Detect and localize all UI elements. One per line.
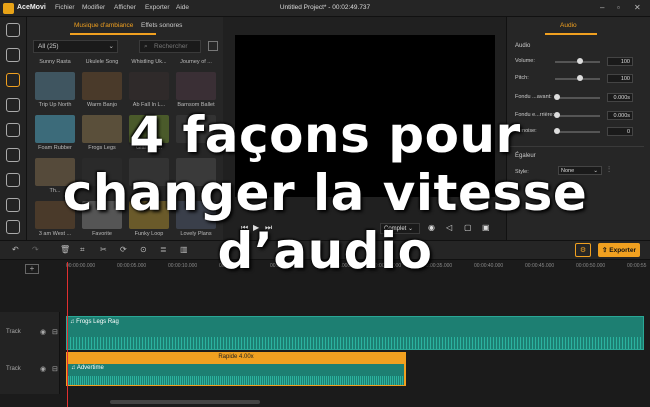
media-item-label: Whistling Uk... bbox=[131, 59, 167, 65]
search-input[interactable]: ⌕ Rechercher bbox=[139, 40, 201, 53]
fade-in-slider[interactable] bbox=[556, 97, 600, 99]
pitch-value[interactable]: 100 bbox=[607, 74, 633, 83]
audio-icon[interactable] bbox=[6, 73, 20, 87]
grid-view-icon[interactable] bbox=[208, 41, 218, 51]
close-icon[interactable]: ✕ bbox=[634, 3, 641, 12]
headline-line-3: d’audio bbox=[217, 222, 433, 280]
tab-audio[interactable]: Audio bbox=[560, 22, 577, 29]
media-item-label: Sunny Rasta bbox=[39, 59, 71, 65]
track-2-label: Track bbox=[6, 366, 21, 372]
title-bar: AceMovi Fichier Modifier Afficher Export… bbox=[0, 0, 650, 17]
volume-value[interactable]: 100 bbox=[607, 57, 633, 66]
media-thumbnail[interactable] bbox=[176, 72, 216, 100]
headline-line-1: 4 façons pour bbox=[129, 106, 521, 164]
headline-line-2: changer la vitesse bbox=[62, 164, 588, 222]
track-1-label: Track bbox=[6, 329, 21, 335]
maximize-icon[interactable]: ▫ bbox=[617, 3, 620, 12]
fade-in-knob[interactable] bbox=[554, 94, 560, 100]
media-thumbnail[interactable] bbox=[35, 72, 75, 100]
filter-dropdown[interactable]: All (25) ⌄ bbox=[33, 40, 118, 53]
visibility-icon[interactable]: ◉ bbox=[40, 365, 46, 373]
volume-knob[interactable] bbox=[577, 58, 583, 64]
track-header-2 bbox=[0, 353, 60, 394]
fade-in-value[interactable]: 0.000s bbox=[607, 93, 633, 102]
clip-title: ♫ Frogs Legs Rag bbox=[70, 319, 119, 325]
audio-clip-advertime[interactable]: ♫ Advertime bbox=[66, 362, 406, 386]
minimize-icon[interactable]: – bbox=[600, 3, 604, 12]
active-tab-indicator bbox=[70, 33, 156, 35]
media-thumbnail[interactable] bbox=[82, 72, 122, 100]
clip-title: ♫ Advertime bbox=[71, 365, 104, 371]
media-item-label: Ukulele Song bbox=[85, 59, 119, 65]
audio-tab-indicator bbox=[545, 33, 597, 35]
timeline-scrollbar[interactable] bbox=[110, 400, 260, 404]
visibility-icon[interactable]: ◉ bbox=[40, 328, 46, 336]
speed-badge[interactable]: Rapide 4.00x bbox=[66, 352, 406, 362]
lock-icon[interactable]: ⊟ bbox=[52, 328, 58, 336]
layers-icon[interactable] bbox=[6, 48, 20, 62]
media-thumbnail[interactable] bbox=[129, 72, 169, 100]
audio-clip-frogs-legs[interactable]: ♫ Frogs Legs Rag bbox=[66, 316, 644, 350]
waveform bbox=[67, 337, 643, 349]
volume-label: Volume: bbox=[515, 58, 535, 64]
pitch-knob[interactable] bbox=[577, 75, 583, 81]
waveform bbox=[68, 376, 404, 385]
tab-sound-effects[interactable]: Effets sonores bbox=[141, 22, 182, 29]
tab-ambient-music[interactable]: Musique d'ambiance bbox=[74, 22, 133, 29]
playhead[interactable] bbox=[67, 262, 68, 407]
folder-icon[interactable] bbox=[6, 23, 20, 37]
lock-icon[interactable]: ⊟ bbox=[52, 365, 58, 373]
pitch-label: Pitch: bbox=[515, 75, 529, 81]
fade-in-label: Fondu ...avant: bbox=[515, 94, 552, 100]
search-icon: ⌕ bbox=[144, 43, 148, 50]
window-title: Untitled Project* - 00:02:49.737 bbox=[279, 4, 371, 11]
audio-section-title: Audio bbox=[515, 43, 531, 49]
media-item-label: Journey of ... bbox=[180, 59, 212, 65]
